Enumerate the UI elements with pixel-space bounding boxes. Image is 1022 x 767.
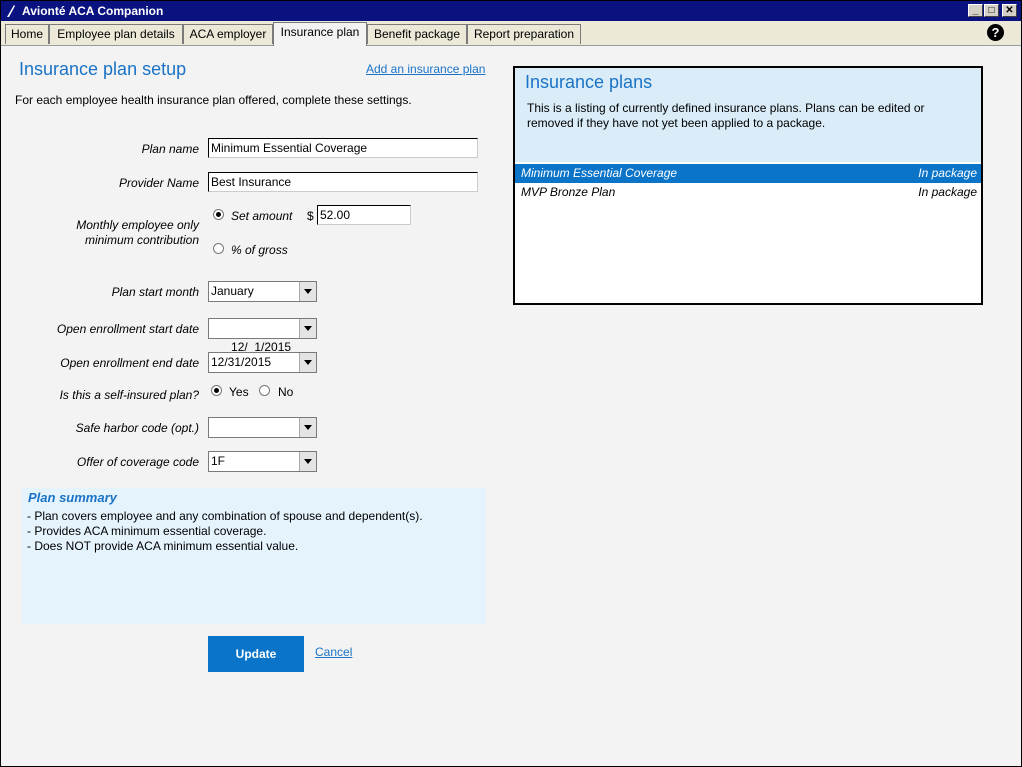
tab-benefit-package[interactable]: Benefit package [367,24,467,44]
currency-symbol: $ [307,209,314,223]
amount-field[interactable]: 52.00 [317,205,411,225]
chevron-down-icon[interactable] [299,452,316,471]
self-insured-no-label: No [278,385,294,399]
summary-line: - Provides ACA minimum essential coverag… [27,524,267,538]
tab-report-preparation[interactable]: Report preparation [467,24,581,44]
cancel-link[interactable]: Cancel [315,645,352,659]
set-amount-radio[interactable] [213,209,224,220]
insurance-plans-panel: Insurance plans This is a listing of cur… [513,66,983,305]
contribution-label-line1: Monthly employee only [76,218,199,232]
plan-name: MVP Bronze Plan [521,185,616,199]
self-insured-yes-label: Yes [229,385,249,399]
plan-name: Minimum Essential Coverage [521,166,678,180]
plan-summary-title: Plan summary [28,490,117,505]
oe-end-date-value: 12/31/2015 [211,355,272,369]
self-insured-no-radio[interactable] [259,385,270,396]
plan-name-field[interactable]: Minimum Essential Coverage [208,138,478,158]
tab-employee-plan-details[interactable]: Employee plan details [49,24,183,44]
safe-harbor-code-label: Safe harbor code (opt.) [75,421,199,435]
help-icon[interactable]: ? [987,24,1004,41]
plan-summary-box: Plan summary - Plan covers employee and … [22,488,486,624]
window-title: Avionté ACA Companion [22,4,164,18]
plan-status: In package [918,185,977,199]
self-insured-label: Is this a self-insured plan? [59,388,199,402]
tab-insurance-plan[interactable]: Insurance plan [273,22,367,46]
oe-end-date-label: Open enrollment end date [60,356,199,370]
page-title: Insurance plan setup [19,59,187,79]
percent-of-gross-label: % of gross [231,243,288,257]
insurance-plans-title: Insurance plans [525,72,653,92]
chevron-down-icon[interactable] [299,319,316,338]
provider-name-field[interactable]: Best Insurance [208,172,478,192]
oe-end-date-picker[interactable]: 12/31/2015 [208,352,317,373]
self-insured-yes-radio[interactable] [211,385,222,396]
offer-coverage-code-dropdown[interactable]: 1F [208,451,317,472]
plan-list-item[interactable]: MVP Bronze Plan In package [515,183,981,202]
maximize-button[interactable]: □ [984,4,999,17]
plan-name-label: Plan name [141,142,199,156]
minimize-button[interactable]: _ [968,4,983,17]
summary-line: - Does NOT provide ACA minimum essential… [27,539,299,553]
tab-bar: Home Employee plan details ACA employer … [1,21,1021,46]
tab-home[interactable]: Home [5,24,49,44]
intro-text: For each employee health insurance plan … [15,93,412,107]
plan-status: In package [918,166,977,180]
app-window: Avionté ACA Companion _ □ ✕ Home Employe… [0,0,1022,767]
offer-coverage-code-label: Offer of coverage code [76,455,199,469]
oe-start-date-picker[interactable]: 12/ 1/2015 [208,318,317,354]
safe-harbor-code-dropdown[interactable] [208,417,317,438]
percent-of-gross-radio[interactable] [213,243,224,254]
plan-list-item[interactable]: Minimum Essential Coverage In package [515,164,981,183]
update-button[interactable]: Update [208,636,304,672]
plan-start-month-value: January [211,284,254,298]
offer-coverage-code-value: 1F [211,454,226,468]
close-button[interactable]: ✕ [1002,4,1017,17]
add-insurance-plan-link[interactable]: Add an insurance plan [366,62,485,76]
chevron-down-icon[interactable] [299,418,316,437]
oe-start-date-label: Open enrollment start date [56,322,199,336]
chevron-down-icon[interactable] [299,353,316,372]
contribution-label-line2: minimum contribution [84,233,199,247]
tab-aca-employer[interactable]: ACA employer [183,24,273,44]
plan-start-month-dropdown[interactable]: January [208,281,317,302]
app-logo-icon [7,5,15,17]
chevron-down-icon[interactable] [299,282,316,301]
plan-start-month-label: Plan start month [111,285,199,299]
main-content: Insurance plan setup Add an insurance pl… [1,46,1021,766]
summary-line: - Plan covers employee and any combinati… [27,509,423,523]
insurance-plans-description: This is a listing of currently defined i… [527,101,925,130]
set-amount-label: Set amount [231,209,293,223]
insurance-plans-header: Insurance plans This is a listing of cur… [515,68,981,162]
provider-name-label: Provider Name [118,176,199,190]
title-bar: Avionté ACA Companion _ □ ✕ [1,1,1021,21]
